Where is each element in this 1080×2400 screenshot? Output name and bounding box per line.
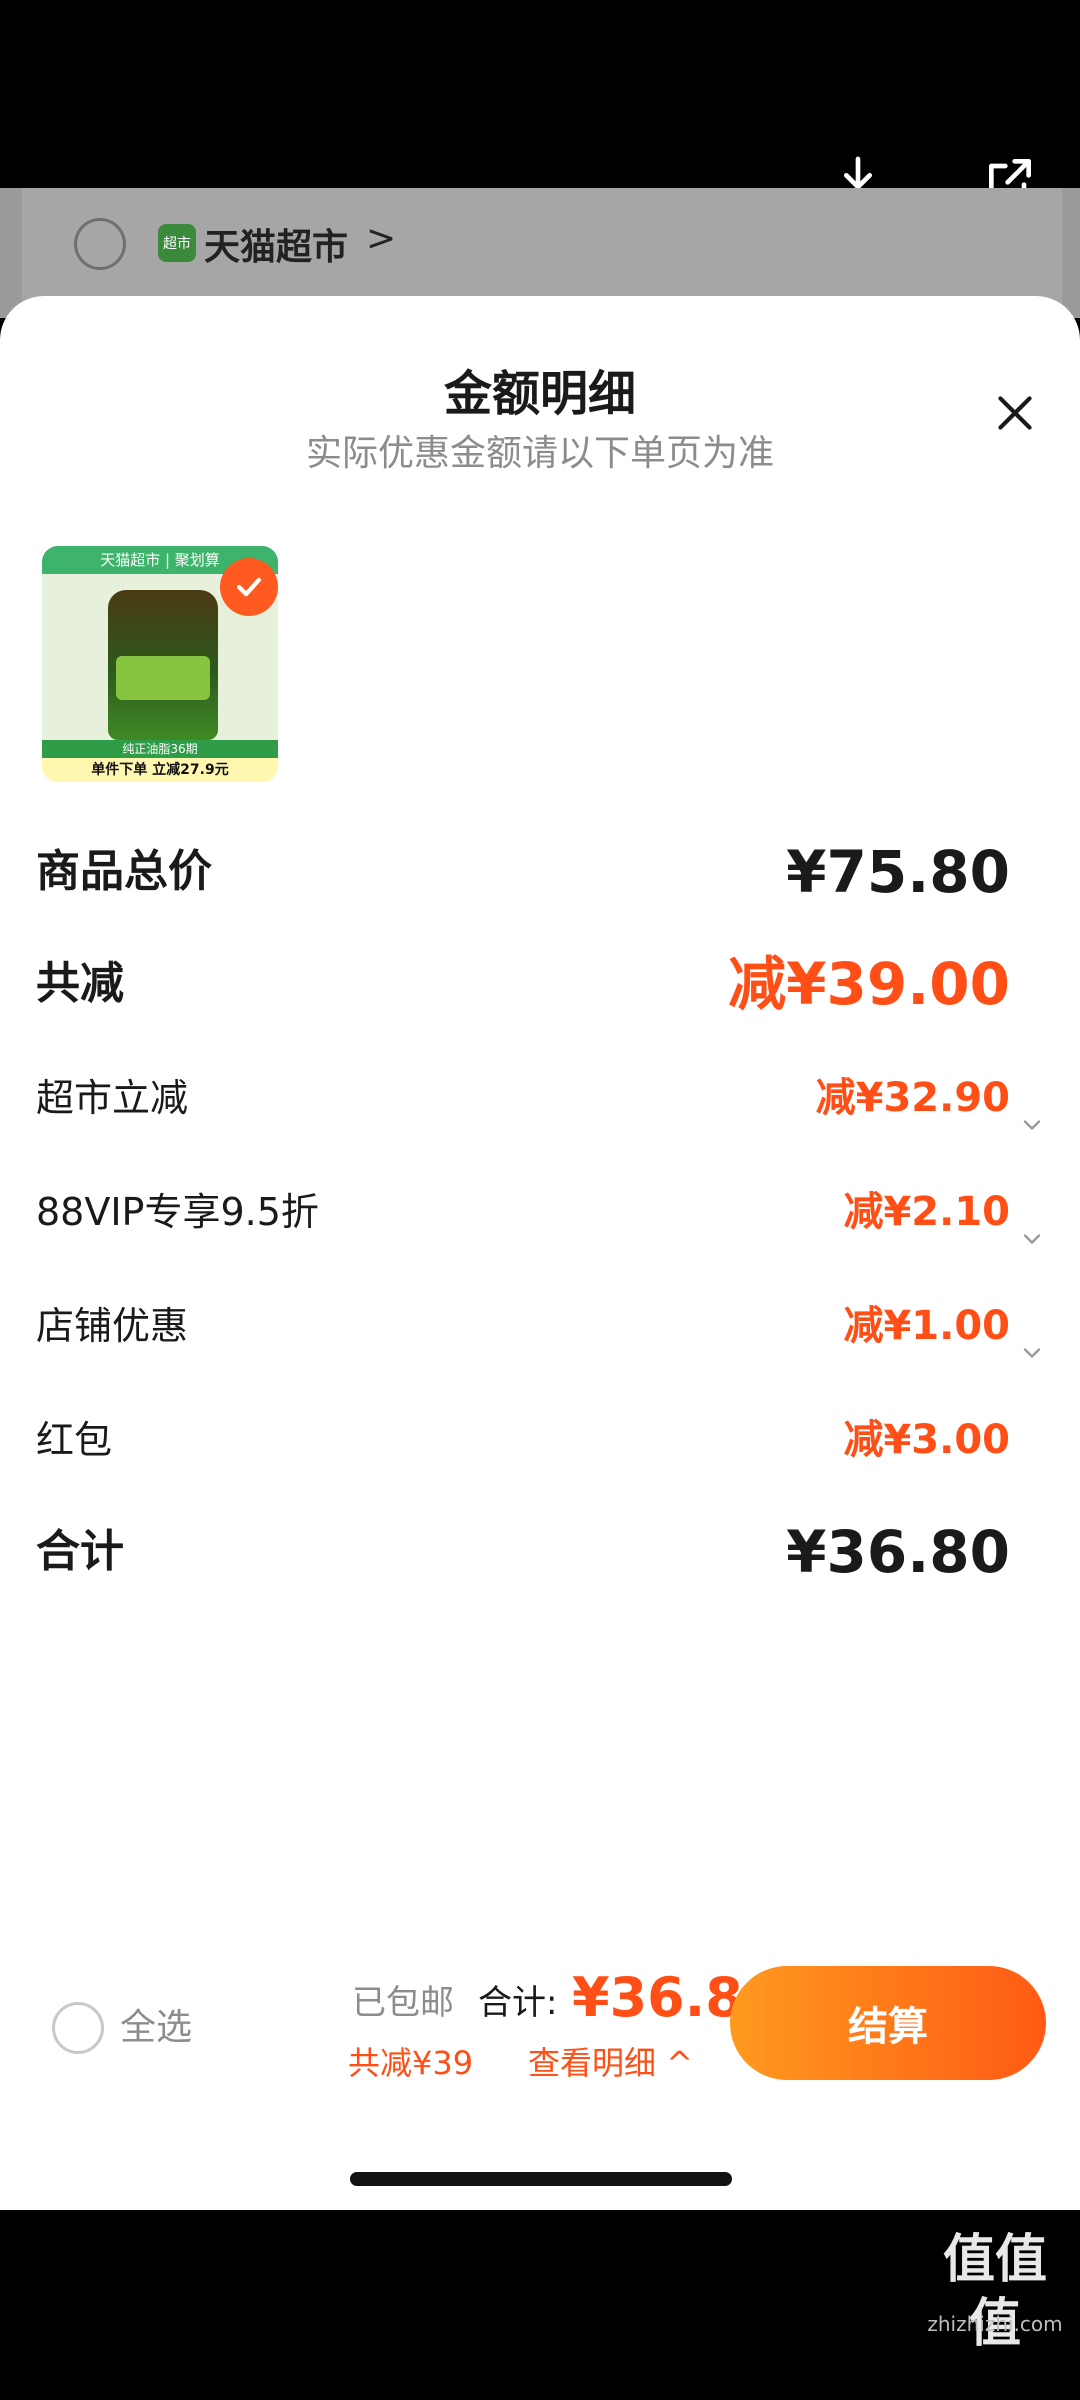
sheet-subtitle: 实际优惠金额请以下单页为准 [305, 433, 774, 474]
vip-discount-value-wrap[interactable]: 减¥2.10 [843, 1172, 1046, 1252]
sheet-title: 金额明细 [443, 366, 636, 422]
watermark-url: zhizhizhi.com [927, 2312, 1063, 2336]
store-name[interactable]: 天猫超市 [204, 218, 348, 270]
product-thumbnail[interactable]: 天猫超市 | 聚划算 纯正油脂36期 单件下单 立减27.9元 [42, 546, 278, 782]
close-icon[interactable] [990, 388, 1040, 438]
total-row: 合计 ¥36.80 [36, 1512, 1046, 1592]
thumbnail-promo: 单件下单 立减27.9元 [42, 758, 278, 782]
supermarket-discount-label: 超市立减 [36, 1076, 189, 1120]
store-discount-value-wrap[interactable]: 减¥1.00 [843, 1286, 1046, 1366]
store-chevron-icon: > [366, 218, 397, 259]
chevron-down-icon[interactable] [1018, 1200, 1046, 1244]
red-packet-label: 红包 [36, 1418, 113, 1462]
screen: 超市 天猫超市 > 金额明细 实际优惠金额请以下单页为准 天猫超市 | 聚划算 … [0, 0, 1080, 2400]
supermarket-discount-value: 减¥32.90 [815, 1075, 1010, 1121]
home-indicator[interactable] [350, 2172, 732, 2186]
total-value: ¥36.80 [786, 1518, 1010, 1586]
store-select-radio[interactable] [74, 218, 126, 270]
total-discount-row: 共减 减¥39.00 [36, 944, 1046, 1024]
tmall-supermarket-logo: 超市 [158, 224, 196, 262]
checkout-bar: 全选 已包邮 合计: ¥36.8 共减¥39 查看明细 ^ 结算 [0, 1920, 1080, 2210]
total-discount-value: 减¥39.00 [728, 950, 1010, 1018]
store-discount-row[interactable]: 店铺优惠 减¥1.00 [36, 1286, 1046, 1366]
bar-saving: 共减¥39 [348, 2044, 474, 2082]
subtotal-value: ¥75.80 [786, 838, 1010, 906]
top-toolbar [0, 0, 1080, 202]
select-all-label[interactable]: 全选 [120, 2000, 192, 2056]
check-icon[interactable] [220, 558, 278, 616]
bar-total-value: ¥36.8 [572, 1966, 743, 2029]
shipping-label: 已包邮 [352, 1983, 454, 2023]
subtotal-row: 商品总价 ¥75.80 [36, 832, 1046, 912]
watermark: 值值值 zhizhizhi.com [920, 2228, 1070, 2388]
subtotal-label: 商品总价 [36, 846, 212, 897]
bar-total-label: 合计: [478, 1983, 558, 2023]
view-detail-link[interactable]: 查看明细 ^ [528, 2038, 693, 2088]
checkout-button[interactable]: 结算 [730, 1966, 1046, 2080]
store-discount-label: 店铺优惠 [36, 1304, 189, 1348]
supermarket-discount-value-wrap[interactable]: 减¥32.90 [816, 1058, 1046, 1138]
select-all-radio[interactable] [52, 2002, 104, 2054]
supermarket-discount-row[interactable]: 超市立减 减¥32.90 [36, 1058, 1046, 1138]
vip-discount-value: 减¥2.10 [843, 1189, 1010, 1235]
red-packet-value: 减¥3.00 [843, 1417, 1010, 1463]
vip-discount-row[interactable]: 88VIP专享9.5折 减¥2.10 [36, 1172, 1046, 1252]
vip-discount-label: 88VIP专享9.5折 [36, 1190, 319, 1234]
store-discount-value: 减¥1.00 [843, 1303, 1010, 1349]
chevron-down-icon[interactable] [1018, 1086, 1046, 1130]
thumbnail-strip: 纯正油脂36期 [42, 740, 278, 758]
bottle-label [116, 656, 210, 700]
total-label: 合计 [36, 1526, 124, 1577]
total-discount-label: 共减 [36, 958, 124, 1009]
red-packet-row: 红包 减¥3.00 [36, 1400, 1046, 1480]
chevron-down-icon[interactable] [1018, 1314, 1046, 1358]
